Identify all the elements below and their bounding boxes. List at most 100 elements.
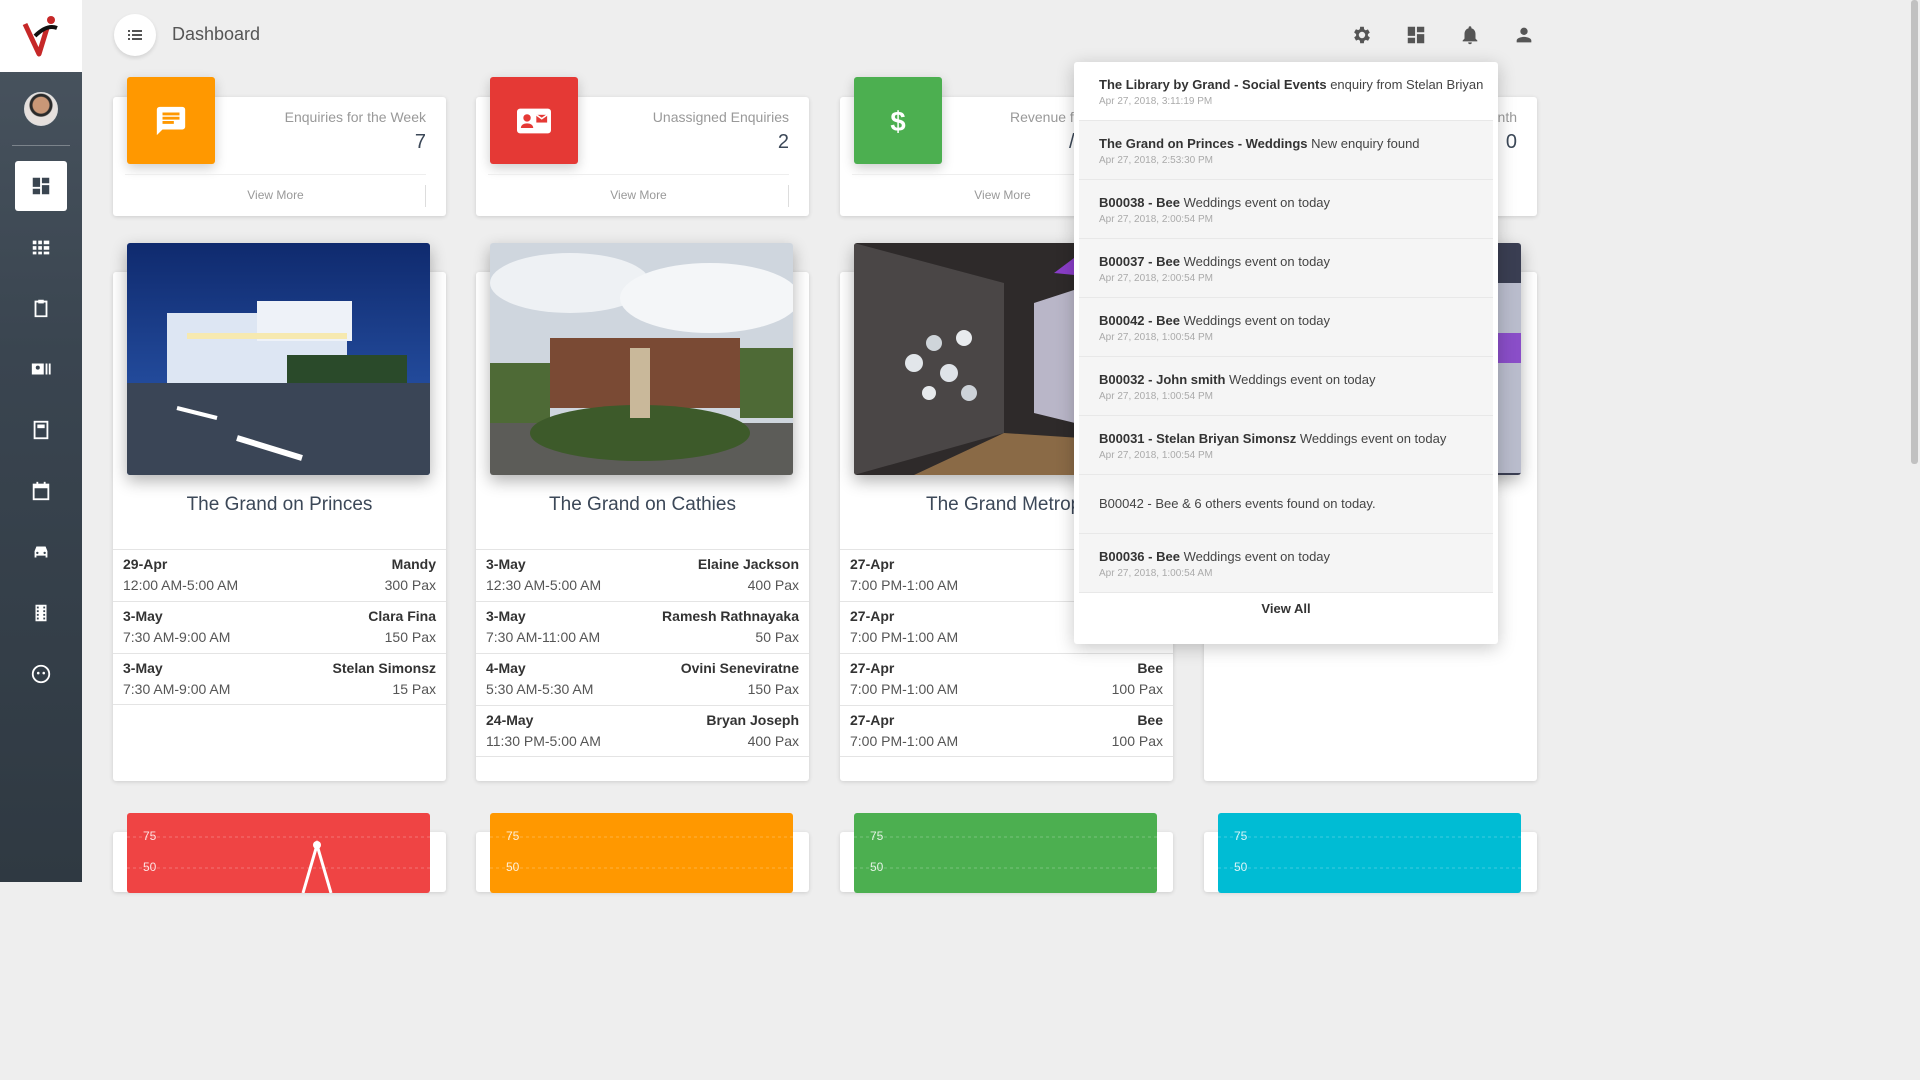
sidebar xyxy=(0,0,82,882)
chart-card-red: 75 50 xyxy=(113,813,446,893)
notification-item[interactable]: B00042 - Bee & 6 others events found on … xyxy=(1079,475,1493,534)
booking-client: Bryan Joseph xyxy=(706,712,799,728)
face-icon xyxy=(31,664,51,684)
notification-text: B00031 - Stelan Briyan Simonsz Weddings … xyxy=(1099,431,1473,446)
view-more-label: View More xyxy=(247,188,304,202)
stat-value: 0 xyxy=(1505,131,1517,153)
booking-date: 3-May xyxy=(486,556,526,572)
chart-tick: 50 xyxy=(1234,860,1248,874)
booking-time: 12:00 AM-5:00 AM xyxy=(123,577,239,593)
stat-card-unassigned: Unassigned Enquiries 2 View More xyxy=(476,77,809,216)
notification-item[interactable]: B00036 - Bee Weddings event on today Apr… xyxy=(1079,534,1493,593)
chart-panel: 75 50 xyxy=(1218,813,1521,893)
booking-date: 4-May xyxy=(486,660,526,676)
venue-card-princes: The Grand on Princes 29-Apr 12:00 AM-5:0… xyxy=(113,243,446,781)
brand-logo[interactable] xyxy=(0,0,82,72)
chart-grid xyxy=(1218,836,1521,869)
booking-date: 27-Apr xyxy=(850,712,895,728)
notification-item[interactable]: B00037 - Bee Weddings event on today Apr… xyxy=(1079,239,1493,298)
sidebar-item-clipboard[interactable] xyxy=(15,283,67,333)
booking-client: Bee xyxy=(1137,660,1163,676)
venue-photo[interactable] xyxy=(490,243,793,475)
booking-row[interactable]: 4-May 5:30 AM-5:30 AM Ovini Seneviratne … xyxy=(476,653,809,705)
booking-row[interactable]: 24-May 11:30 PM-5:00 AM Bryan Joseph 400… xyxy=(476,705,809,757)
notification-item[interactable]: The Grand on Princes - Weddings New enqu… xyxy=(1079,121,1493,180)
notification-title: B00031 - Stelan Briyan Simonsz xyxy=(1099,431,1297,446)
notification-title: B00032 - John smith xyxy=(1099,372,1226,387)
stat-label: Revenue f xyxy=(1010,109,1074,125)
booking-row[interactable]: 27-Apr 7:00 PM-1:00 AM Bee 100 Pax xyxy=(840,705,1173,757)
booking-date: 24-May xyxy=(486,712,534,728)
notification-text: The Grand on Princes - Weddings New enqu… xyxy=(1099,136,1473,151)
sidebar-divider xyxy=(12,145,70,146)
calendar-icon xyxy=(32,481,50,501)
sidebar-item-contacts[interactable] xyxy=(15,344,67,394)
venue-name: The Grand on Cathies xyxy=(549,494,736,515)
bell-icon[interactable] xyxy=(1459,24,1481,46)
sidebar-item-calendar[interactable] xyxy=(15,466,67,516)
booking-row[interactable]: 3-May 7:30 AM-9:00 AM Clara Fina 150 Pax xyxy=(113,601,446,653)
booking-time: 7:00 PM-1:00 AM xyxy=(850,629,959,645)
page-scrollbar[interactable] xyxy=(1911,0,1918,464)
booking-client: Stelan Simonsz xyxy=(332,660,436,676)
notification-item[interactable]: B00038 - Bee Weddings event on today Apr… xyxy=(1079,180,1493,239)
booking-time: 7:00 PM-1:00 AM xyxy=(850,577,959,593)
svg-text:$: $ xyxy=(890,106,905,137)
stat-card-enquiries: Enquiries for the Week 7 View More xyxy=(113,77,446,216)
view-more-link[interactable]: View More xyxy=(488,174,789,207)
notification-title: B00042 - Bee xyxy=(1099,313,1180,328)
stat-value: 2 xyxy=(777,131,789,153)
booking-row[interactable]: 27-Apr 7:00 PM-1:00 AM Bee 100 Pax xyxy=(840,653,1173,705)
notification-message: B00042 - Bee & 6 others events found on … xyxy=(1099,496,1376,511)
booking-client: Bee xyxy=(1137,712,1163,728)
sidebar-item-car[interactable] xyxy=(15,527,67,577)
notification-item[interactable]: B00031 - Stelan Briyan Simonsz Weddings … xyxy=(1079,416,1493,475)
booking-pax: 400 Pax xyxy=(747,577,799,593)
chart-grid xyxy=(854,836,1157,869)
notification-item[interactable]: The Library by Grand - Social Events enq… xyxy=(1079,62,1493,121)
notification-title: The Grand on Princes - Weddings xyxy=(1099,136,1308,151)
booking-row[interactable]: 29-Apr 12:00 AM-5:00 AM Mandy 300 Pax xyxy=(113,549,446,601)
view-all-link[interactable]: View All xyxy=(1074,601,1498,616)
notification-text: B00036 - Bee Weddings event on today xyxy=(1099,549,1473,564)
gear-icon[interactable] xyxy=(1351,24,1373,46)
notification-item[interactable]: B00042 - Bee Weddings event on today Apr… xyxy=(1079,298,1493,357)
stat-value: 7 xyxy=(414,131,426,153)
notification-message: Weddings event on today xyxy=(1179,549,1331,564)
car-icon xyxy=(34,546,48,558)
menu-toggle-button[interactable] xyxy=(114,14,156,56)
sidebar-item-calculator[interactable] xyxy=(15,405,67,455)
dashboard-icon xyxy=(32,177,50,195)
venue-photo[interactable] xyxy=(127,243,430,475)
sidebar-item-grid[interactable] xyxy=(15,222,67,272)
notification-message: Weddings event on today xyxy=(1179,195,1331,210)
booking-row[interactable]: 3-May 12:30 AM-5:00 AM Elaine Jackson 40… xyxy=(476,549,809,601)
sidebar-item-film[interactable] xyxy=(15,588,67,638)
footer-divider xyxy=(788,185,789,207)
venue-card-cathies: The Grand on Cathies 3-May 12:30 AM-5:00… xyxy=(476,243,809,781)
view-more-link[interactable]: View More xyxy=(125,174,426,207)
user-icon[interactable] xyxy=(1513,24,1535,46)
contact-mail-icon xyxy=(517,108,551,133)
booking-row[interactable]: 3-May 7:30 AM-9:00 AM Stelan Simonsz 15 … xyxy=(113,653,446,705)
dashboard-icon[interactable] xyxy=(1405,24,1427,46)
booking-row[interactable]: 3-May 7:30 AM-11:00 AM Ramesh Rathnayaka… xyxy=(476,601,809,653)
venue-image xyxy=(490,243,793,475)
chart-tick: 50 xyxy=(506,860,520,874)
sidebar-item-face[interactable] xyxy=(15,649,67,699)
notification-item[interactable]: B00032 - John smith Weddings event on to… xyxy=(1079,357,1493,416)
notification-text: B00042 - Bee Weddings event on today xyxy=(1099,313,1473,328)
notification-time: Apr 27, 2018, 1:00:54 PM xyxy=(1099,391,1213,402)
chart-tick: 75 xyxy=(506,829,520,843)
notification-time: Apr 27, 2018, 2:53:30 PM xyxy=(1099,155,1213,166)
user-avatar[interactable] xyxy=(24,92,58,126)
notification-message: Weddings event on today xyxy=(1225,372,1376,387)
booking-client: Ovini Seneviratne xyxy=(680,660,799,676)
notification-text: B00032 - John smith Weddings event on to… xyxy=(1099,372,1473,387)
sidebar-item-dashboard[interactable] xyxy=(15,161,67,211)
chart-tick: 75 xyxy=(143,829,157,843)
notification-time: Apr 27, 2018, 2:00:54 PM xyxy=(1099,273,1213,284)
booking-date: 27-Apr xyxy=(850,608,895,624)
booking-pax: 400 Pax xyxy=(747,733,799,749)
booking-date: 27-Apr xyxy=(850,556,895,572)
